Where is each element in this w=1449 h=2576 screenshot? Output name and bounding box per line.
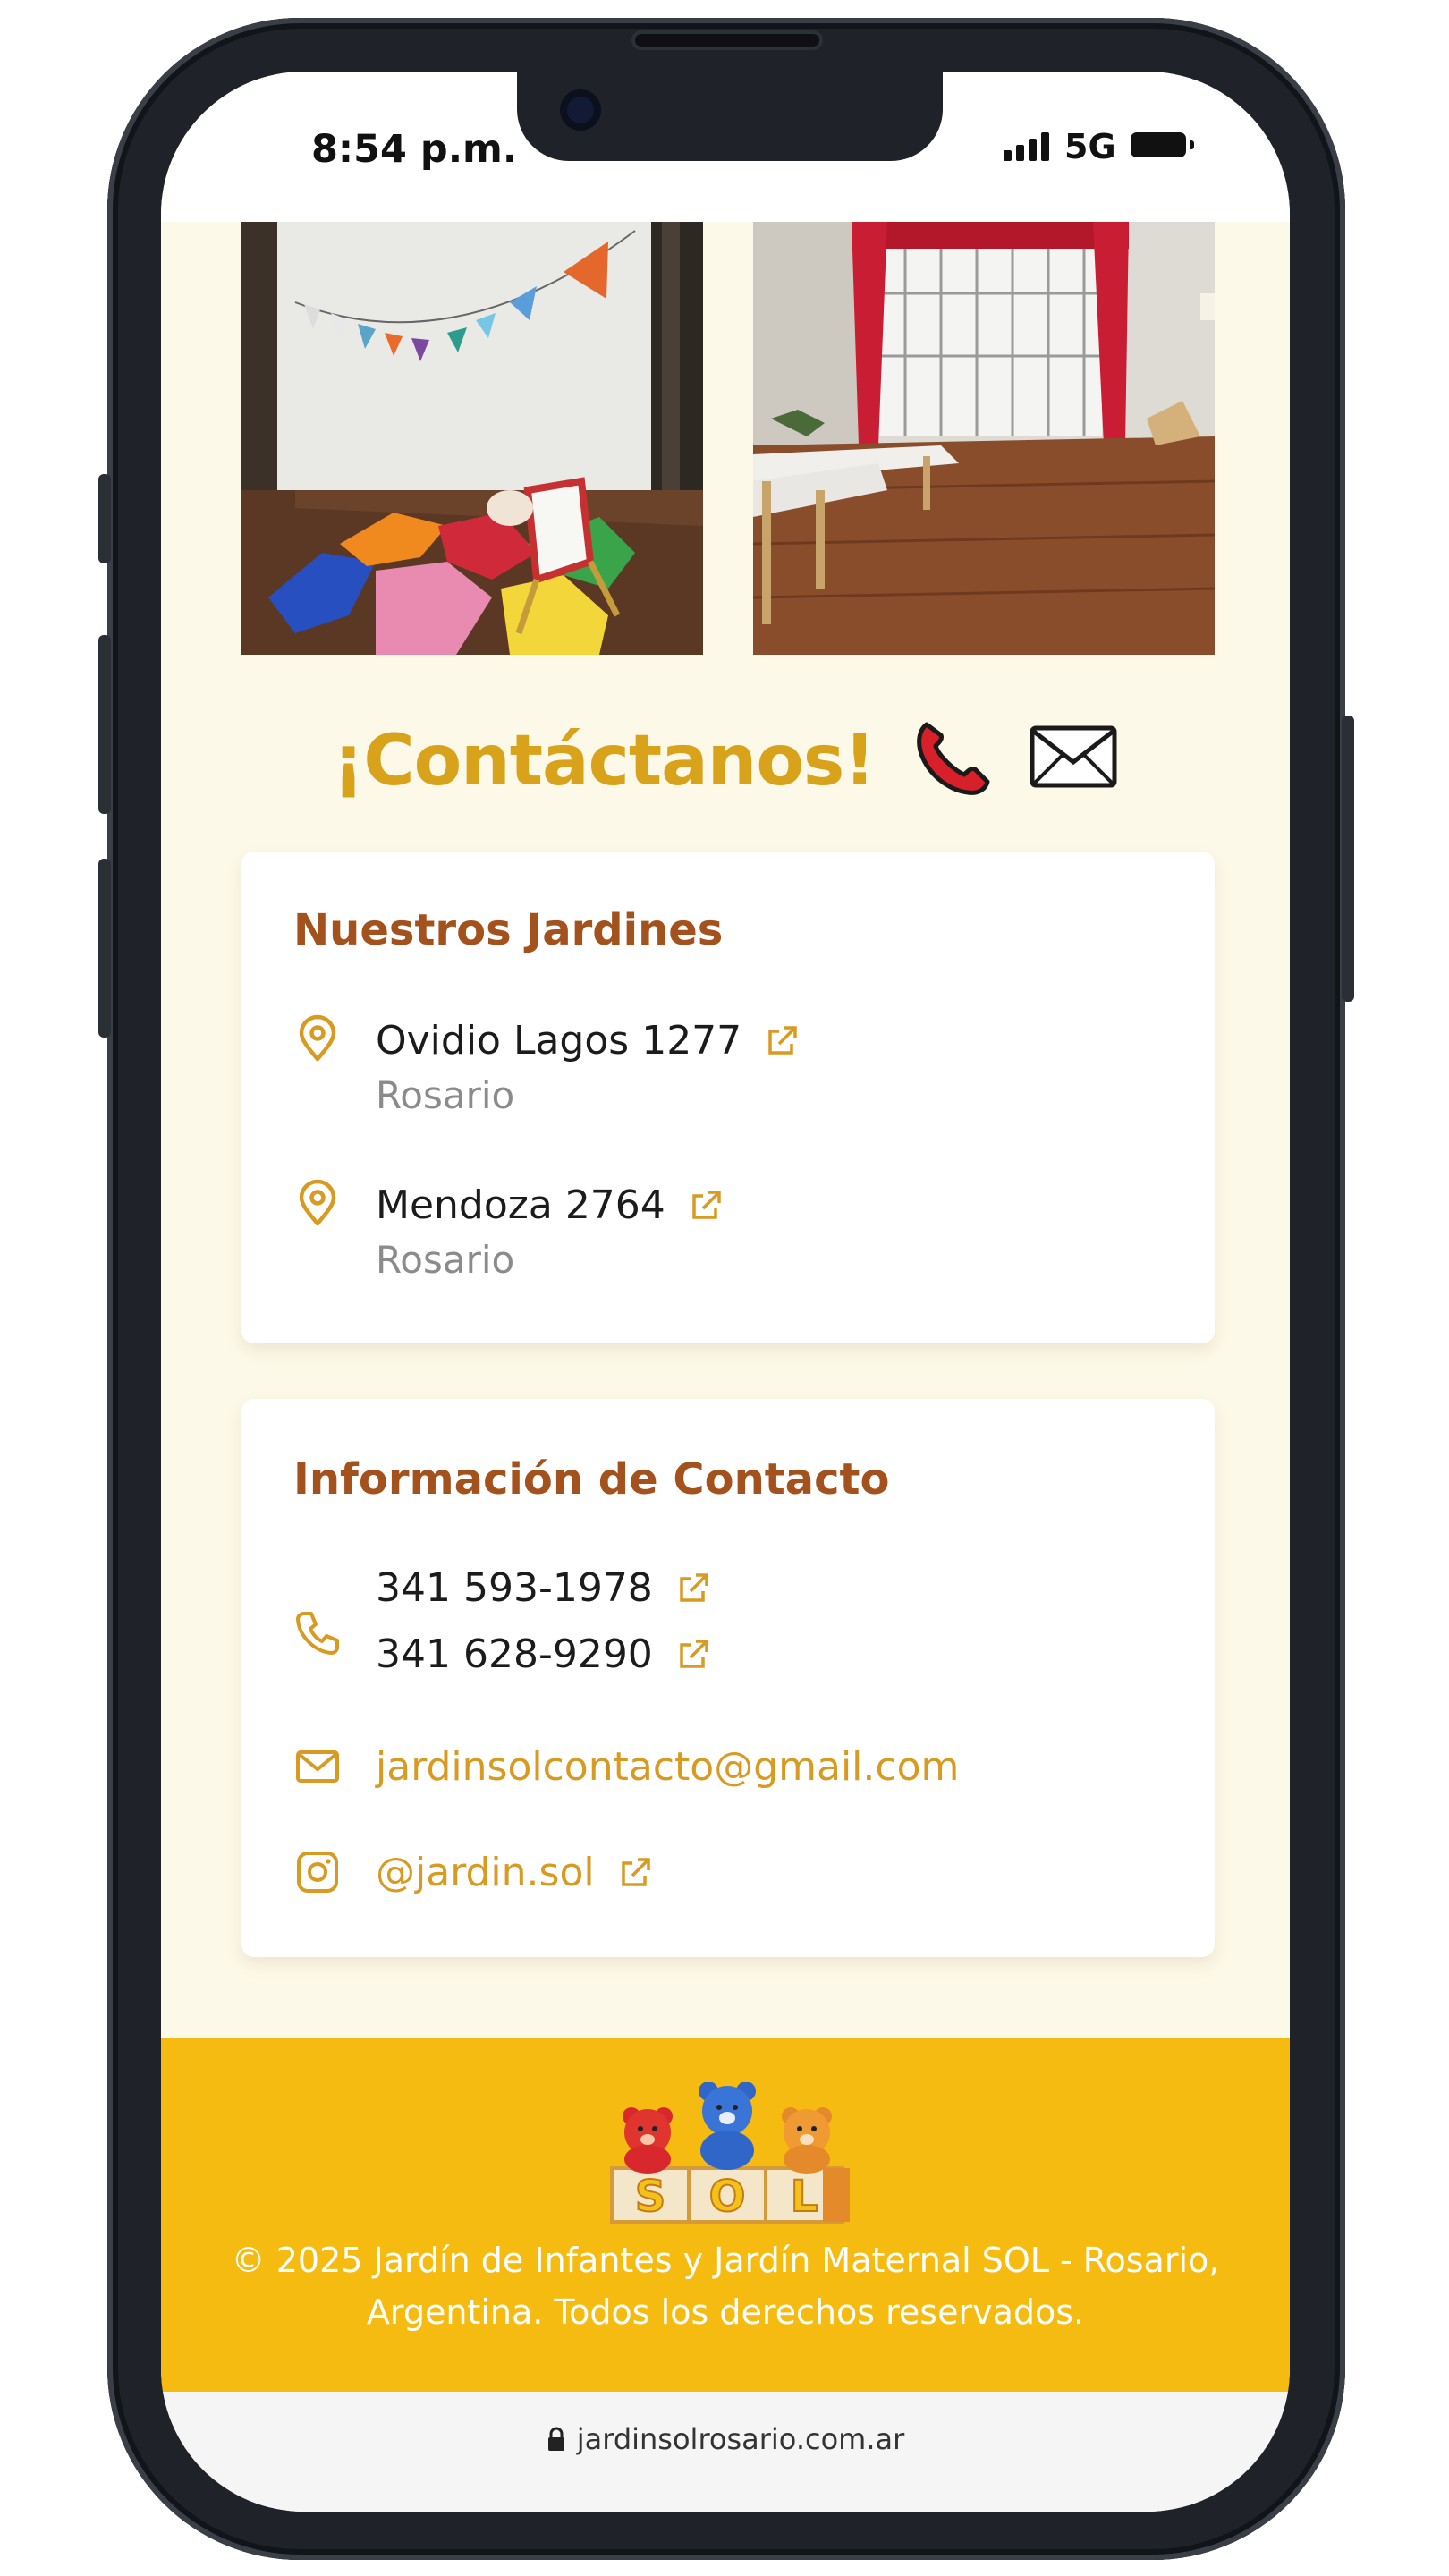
garden-address-link[interactable]: Ovidio Lagos 1277 <box>376 1018 801 1063</box>
external-link-icon[interactable] <box>687 1187 724 1224</box>
garden-address: Mendoza 2764 <box>376 1182 665 1228</box>
battery-icon <box>1131 132 1194 157</box>
svg-text:L: L <box>791 2172 818 2222</box>
copyright-text: © 2025 Jardín de Infantes y Jardín Mater… <box>197 2234 1254 2338</box>
svg-text:S: S <box>635 2172 666 2222</box>
phone-link-1[interactable]: 341 593-1978 <box>376 1565 712 1611</box>
phone-number: 341 593-1978 <box>376 1565 653 1611</box>
garden-city: Rosario <box>376 1073 515 1117</box>
external-link-icon[interactable] <box>763 1022 801 1060</box>
gardens-title: Nuestros Jardines <box>293 905 724 955</box>
external-link-icon[interactable] <box>616 1854 654 1892</box>
garden-address: Ovidio Lagos 1277 <box>376 1018 742 1063</box>
status-time: 8:54 p.m. <box>311 127 518 172</box>
playroom-photo[interactable] <box>242 222 703 655</box>
url-text: jardinsolrosario.com.ar <box>576 2422 905 2456</box>
earpiece-speaker <box>635 34 819 47</box>
garden-city: Rosario <box>376 1238 515 1282</box>
phone-link-2[interactable]: 341 628-9290 <box>376 1631 712 1677</box>
instagram-link[interactable]: @jardin.sol <box>376 1850 654 1895</box>
browser-address-bar[interactable]: jardinsolrosario.com.ar <box>161 2392 1290 2512</box>
contact-info-title: Información de Contacto <box>293 1454 890 1504</box>
phone-icon <box>293 1608 342 1657</box>
mail-icon <box>293 1742 342 1791</box>
gallery-photos <box>242 222 1215 655</box>
network-type: 5G <box>1064 127 1116 166</box>
signal-bars-icon <box>1004 131 1049 161</box>
silent-switch <box>98 474 111 564</box>
volume-up-button <box>98 635 111 814</box>
sol-teddy-bears-logo: S O L <box>610 2082 850 2224</box>
notch <box>517 72 943 161</box>
phone-screen: 8:54 p.m. 5G ¡Contáctanos! Nuestros Jard… <box>161 72 1290 2512</box>
map-pin-icon <box>293 1014 342 1063</box>
telephone-receiver-icon <box>911 716 993 815</box>
instagram-icon <box>293 1848 342 1896</box>
contact-title: ¡Contáctanos! <box>332 720 876 801</box>
classroom-photo[interactable] <box>753 222 1215 655</box>
garden-address-link[interactable]: Mendoza 2764 <box>376 1182 724 1228</box>
copyright-line-2: Argentina. Todos los derechos reservados… <box>366 2292 1085 2332</box>
power-button <box>1342 716 1354 1002</box>
status-bar: 8:54 p.m. 5G <box>161 72 1290 222</box>
map-pin-icon <box>293 1179 342 1227</box>
email-link[interactable]: jardinsolcontacto@gmail.com <box>376 1744 959 1790</box>
copyright-line-1: © 2025 Jardín de Infantes y Jardín Mater… <box>231 2241 1220 2280</box>
envelope-icon <box>1029 724 1118 806</box>
svg-text:O: O <box>709 2172 746 2222</box>
front-camera <box>560 89 601 131</box>
instagram-handle: @jardin.sol <box>376 1850 595 1895</box>
phone-number: 341 628-9290 <box>376 1631 653 1677</box>
gardens-card: Nuestros Jardines Ovidio Lagos 1277 Rosa… <box>242 852 1215 1343</box>
lock-icon <box>547 2427 564 2451</box>
contact-heading: ¡Contáctanos! <box>161 716 1290 815</box>
url-display[interactable]: jardinsolrosario.com.ar <box>161 2422 1290 2456</box>
contact-info-card: Información de Contacto 341 593-1978 341… <box>242 1399 1215 1957</box>
site-footer: S O L © 2025 Jardín de Infantes y Jardín… <box>161 2038 1290 2392</box>
external-link-icon[interactable] <box>674 1570 712 1607</box>
volume-down-button <box>98 859 111 1038</box>
external-link-icon[interactable] <box>674 1636 712 1674</box>
